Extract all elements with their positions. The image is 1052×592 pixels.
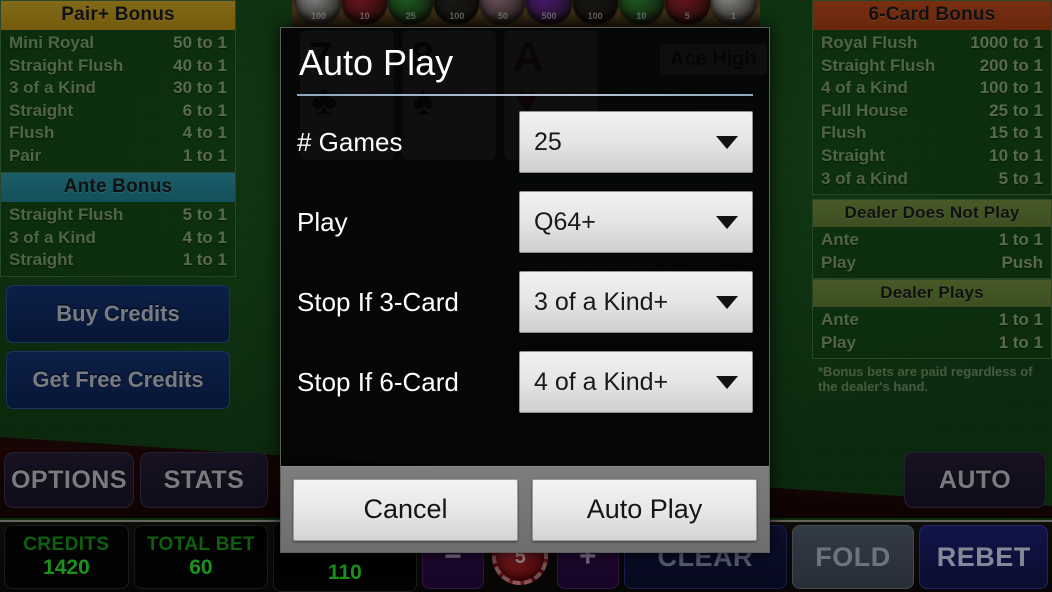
dialog-field-dropdown[interactable]: 3 of a Kind+ [519, 271, 753, 333]
chevron-down-icon [716, 375, 738, 389]
chevron-down-icon [716, 295, 738, 309]
dialog-field-row: Play Q64+ [297, 182, 753, 262]
chevron-down-icon [716, 215, 738, 229]
dialog-footer: Cancel Auto Play [281, 466, 769, 552]
dialog-field-label: # Games [297, 126, 403, 157]
dialog-fields: # Games 25 Play Q64+ Stop If 3-Card 3 of a Ki… [281, 96, 769, 466]
chevron-down-icon [716, 135, 738, 149]
dialog-field-label: Stop If 3-Card [297, 286, 459, 317]
auto-play-dialog: Auto Play # Games 25 Play Q64+ Stop If 3-Car… [280, 27, 770, 553]
dialog-field-label: Play [297, 206, 348, 237]
auto-play-confirm-button[interactable]: Auto Play [532, 478, 757, 541]
dialog-field-value: 4 of a Kind+ [534, 367, 669, 396]
dialog-field-dropdown[interactable]: Q64+ [519, 191, 753, 253]
dialog-title: Auto Play [299, 42, 454, 83]
dialog-field-row: Stop If 6-Card 4 of a Kind+ [297, 342, 753, 422]
dialog-field-row: # Games 25 [297, 102, 753, 182]
dialog-field-dropdown[interactable]: 25 [519, 111, 753, 173]
dialog-field-dropdown[interactable]: 4 of a Kind+ [519, 351, 753, 413]
game-screen: 1001025100505001001051 7♣8♠A♥ Ace High P… [0, 0, 1052, 592]
dialog-field-value: 25 [534, 127, 562, 156]
cancel-button[interactable]: Cancel [293, 478, 518, 541]
dialog-field-value: Q64+ [534, 207, 596, 236]
dialog-field-label: Stop If 6-Card [297, 366, 459, 397]
dialog-field-row: Stop If 3-Card 3 of a Kind+ [297, 262, 753, 342]
dialog-field-value: 3 of a Kind+ [534, 287, 669, 316]
